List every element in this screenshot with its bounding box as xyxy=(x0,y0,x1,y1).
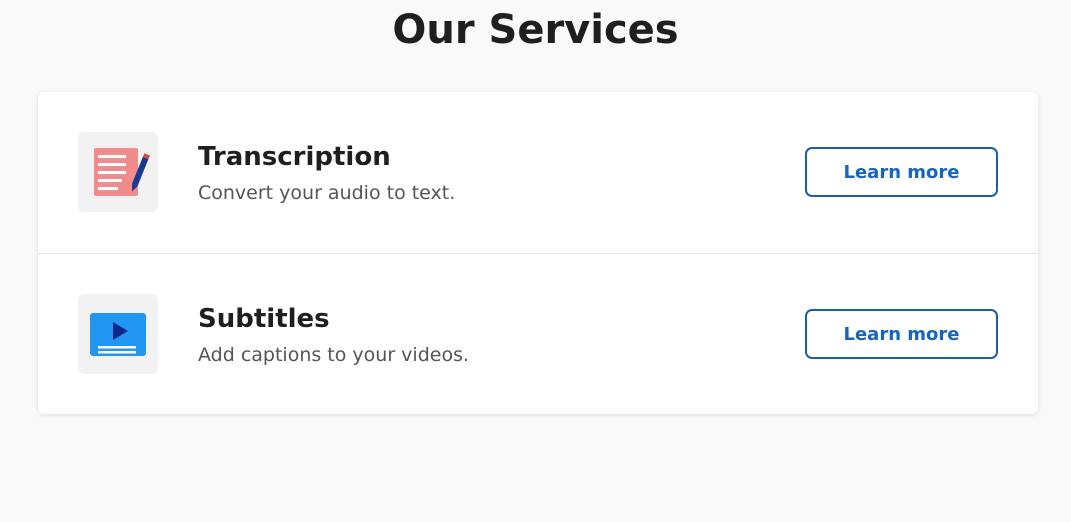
document-pen-icon xyxy=(78,132,158,212)
learn-more-button-subtitles[interactable]: Learn more xyxy=(805,309,998,359)
learn-more-button-transcription[interactable]: Learn more xyxy=(805,147,998,197)
service-description: Add captions to your videos. xyxy=(198,344,470,366)
service-row-transcription: Transcription Convert your audio to text… xyxy=(38,92,1038,253)
video-captions-icon xyxy=(78,294,158,374)
page-title: Our Services xyxy=(392,7,679,53)
service-description: Convert your audio to text. xyxy=(198,182,456,204)
service-title: Transcription xyxy=(198,142,391,172)
service-row-subtitles: Subtitles Add captions to your videos. L… xyxy=(38,253,1038,414)
services-card: Transcription Convert your audio to text… xyxy=(38,92,1038,414)
service-title: Subtitles xyxy=(198,304,330,334)
